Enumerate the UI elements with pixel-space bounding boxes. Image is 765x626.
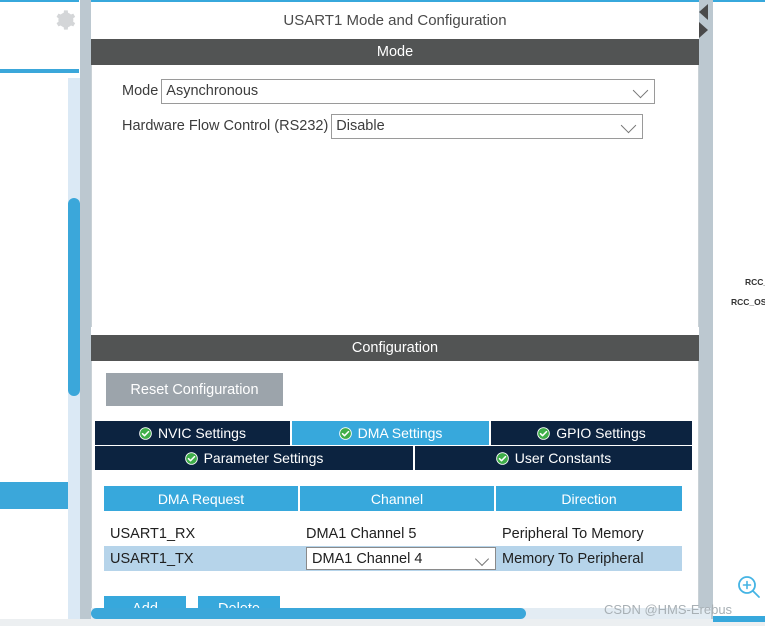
check-circle-icon bbox=[537, 426, 551, 440]
sidebar-scrollbar-thumb[interactable] bbox=[68, 198, 80, 396]
right-gutter bbox=[699, 0, 713, 626]
pin-label: RCC_OS bbox=[731, 297, 765, 307]
column-header-channel[interactable]: Channel bbox=[300, 486, 496, 511]
gear-icon[interactable] bbox=[50, 6, 78, 34]
settings-tabs-row-2: Parameter Settings User Constants bbox=[95, 446, 692, 470]
channel-select[interactable]: DMA1 Channel 4 bbox=[306, 547, 496, 570]
panel-collapse-controls bbox=[697, 2, 713, 40]
pinout-view[interactable]: RCC_ RCC_OS bbox=[713, 0, 765, 626]
table-spacer bbox=[104, 511, 682, 521]
mode-select[interactable]: Asynchronous bbox=[161, 78, 656, 104]
chevron-down-icon bbox=[474, 551, 490, 566]
left-gutter bbox=[80, 0, 91, 626]
tab-user-constants-label: User Constants bbox=[514, 450, 612, 466]
tab-nvic-settings-label: NVIC Settings bbox=[158, 425, 246, 441]
mode-section-body: Mode Asynchronous Hardware Flow Control … bbox=[91, 65, 699, 327]
dma-table-header-row: DMA Request Channel Direction bbox=[104, 486, 682, 511]
tab-gpio-settings[interactable]: GPIO Settings bbox=[491, 421, 692, 445]
column-header-dma-request[interactable]: DMA Request bbox=[104, 486, 300, 511]
tab-user-constants[interactable]: User Constants bbox=[415, 446, 692, 470]
dma-request-table: DMA Request Channel Direction USART1_RX … bbox=[104, 486, 682, 571]
cell-channel: DMA1 Channel 5 bbox=[306, 525, 417, 542]
mode-select-value: Asynchronous bbox=[166, 83, 259, 99]
mode-field-label: Mode bbox=[122, 83, 159, 99]
hardware-flow-control-select[interactable]: Disable bbox=[331, 113, 644, 139]
hardware-flow-control-row: Hardware Flow Control (RS232) Disable bbox=[122, 113, 644, 139]
hardware-flow-control-value: Disable bbox=[336, 118, 385, 134]
sidebar-selected-item-bar[interactable] bbox=[0, 482, 68, 509]
mode-field-row: Mode Asynchronous bbox=[122, 78, 656, 104]
tab-dma-settings[interactable]: DMA Settings bbox=[292, 421, 491, 445]
tab-nvic-settings[interactable]: NVIC Settings bbox=[95, 421, 292, 445]
cell-channel: DMA1 Channel 4 bbox=[300, 546, 496, 571]
tab-parameter-settings[interactable]: Parameter Settings bbox=[95, 446, 415, 470]
table-row[interactable]: USART1_TX DMA1 Channel 4 Memory To Perip… bbox=[104, 546, 682, 571]
configuration-section-header: Configuration bbox=[91, 335, 699, 361]
reset-configuration-button[interactable]: Reset Configuration bbox=[106, 373, 283, 406]
collapse-left-arrow-icon[interactable] bbox=[699, 4, 708, 20]
check-circle-icon bbox=[139, 426, 152, 440]
check-circle-icon bbox=[184, 451, 198, 465]
tab-parameter-settings-label: Parameter Settings bbox=[203, 450, 324, 466]
left-sidebar bbox=[0, 0, 80, 626]
cell-direction: Memory To Peripheral bbox=[502, 550, 644, 567]
usart1-configuration-panel: USART1 Mode and Configuration Mode Mode … bbox=[91, 0, 699, 626]
watermark: CSDN @HMS-Erebus bbox=[604, 602, 733, 617]
check-circle-icon bbox=[495, 451, 509, 465]
pin-label: RCC_ bbox=[745, 277, 765, 287]
cell-dma-request: USART1_TX bbox=[110, 550, 194, 567]
tab-dma-settings-label: DMA Settings bbox=[357, 425, 443, 441]
cell-direction: Peripheral To Memory bbox=[502, 525, 644, 542]
tab-gpio-settings-label: GPIO Settings bbox=[556, 425, 646, 441]
chevron-down-icon bbox=[633, 82, 649, 99]
stm32cubemx-usart1-config-screen: USART1 Mode and Configuration Mode Mode … bbox=[0, 0, 765, 626]
bottom-strip bbox=[0, 619, 765, 626]
channel-select-value: DMA1 Channel 4 bbox=[312, 550, 423, 567]
check-circle-icon bbox=[338, 426, 352, 440]
column-header-direction[interactable]: Direction bbox=[496, 486, 682, 511]
configuration-section-body: Reset Configuration NVIC Settings DMA Se… bbox=[91, 361, 699, 626]
expand-right-arrow-icon[interactable] bbox=[699, 22, 708, 38]
sidebar-active-underline bbox=[0, 69, 79, 73]
chevron-down-icon bbox=[621, 117, 637, 134]
mode-section-header: Mode bbox=[91, 39, 699, 65]
hardware-flow-control-label: Hardware Flow Control (RS232) bbox=[122, 118, 329, 134]
horizontal-scrollbar-thumb[interactable] bbox=[91, 608, 526, 619]
zoom-in-icon[interactable] bbox=[736, 574, 762, 600]
page-title: USART1 Mode and Configuration bbox=[91, 4, 699, 38]
cell-dma-request: USART1_RX bbox=[110, 525, 196, 542]
settings-tabs-row-1: NVIC Settings DMA Settings GPIO Settings bbox=[95, 421, 692, 445]
table-row[interactable]: USART1_RX DMA1 Channel 5 Peripheral To M… bbox=[104, 521, 682, 546]
